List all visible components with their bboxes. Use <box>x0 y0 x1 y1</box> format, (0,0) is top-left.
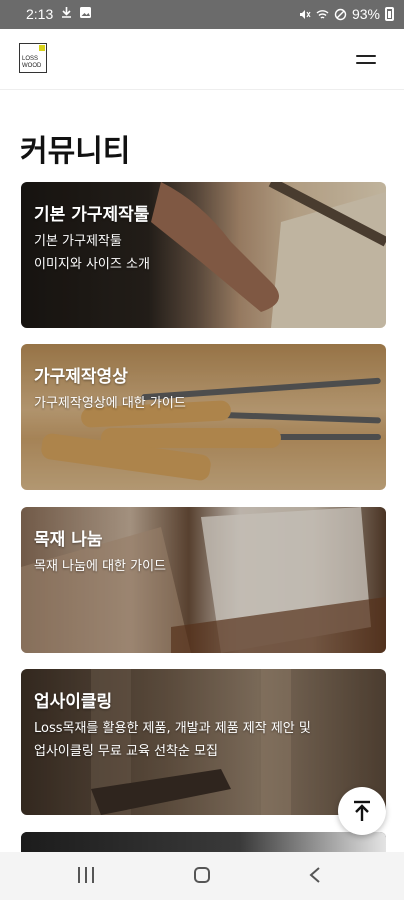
card-basic-tools[interactable]: 기본 가구제작툴 기본 가구제작툴 이미지와 사이즈 소개 <box>21 182 386 328</box>
logo[interactable]: LOSS WOOD <box>19 43 47 73</box>
card-title: 기본 가구제작툴 <box>34 205 150 225</box>
dnd-icon <box>334 8 347 20</box>
card-description: 기본 가구제작툴 이미지와 사이즈 소개 <box>34 234 150 272</box>
card-title: 업사이클링 <box>34 692 113 712</box>
page-title: 커뮤니티 <box>20 134 131 169</box>
card-upcycling[interactable]: 업사이클링 Loss목재를 활용한 제품, 개발과 제품 제작 제안 및 업사이… <box>21 669 386 815</box>
download-icon <box>62 7 71 18</box>
card-furniture-video[interactable]: 가구제작영상 가구제작영상에 대한 가이드 <box>21 344 386 490</box>
app-header: LOSS WOOD <box>0 29 404 90</box>
logo-text: LOSS WOOD <box>22 56 42 69</box>
image-icon <box>80 7 91 18</box>
back-button[interactable] <box>308 866 322 884</box>
mute-icon <box>299 9 311 19</box>
card-wood-sharing[interactable]: 목재 나눔 목재 나눔에 대한 가이드 <box>21 507 386 653</box>
battery-percent: 93% <box>351 6 380 22</box>
battery-icon <box>385 7 394 21</box>
card-description: 목재 나눔에 대한 가이드 <box>34 559 166 574</box>
wifi-icon <box>316 9 329 19</box>
home-button[interactable] <box>194 867 210 883</box>
card-description: 가구제작영상에 대한 가이드 <box>34 396 186 411</box>
recent-apps-button[interactable] <box>78 867 94 883</box>
status-bar: 2:13 93% <box>0 0 404 29</box>
status-time: 2:13 <box>26 6 54 22</box>
navigation-bar <box>0 852 404 900</box>
card-title: 가구제작영상 <box>34 367 128 387</box>
card-description: Loss목재를 활용한 제품, 개발과 제품 제작 제안 및 업사이클링 무료 … <box>34 721 311 759</box>
menu-icon <box>356 55 376 57</box>
arrow-up-icon <box>354 800 370 821</box>
scroll-to-top-button[interactable] <box>338 787 386 835</box>
menu-button[interactable] <box>356 53 376 67</box>
card-title: 목재 나눔 <box>34 530 103 550</box>
